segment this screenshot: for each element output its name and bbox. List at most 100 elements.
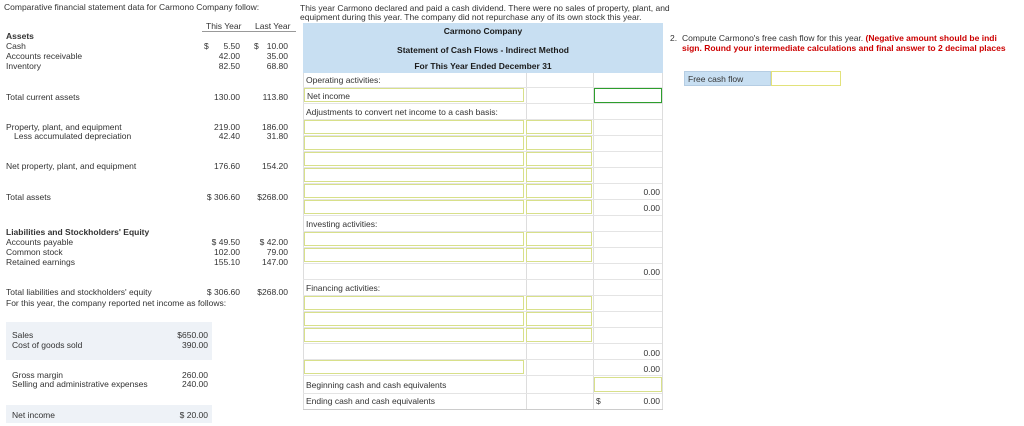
adjustments-label: Adjustments to convert net income to a c…	[306, 107, 498, 117]
row-sep	[303, 343, 662, 344]
fcf-label-cell: Free cash flow	[684, 71, 771, 86]
adjustment-label-input[interactable]	[304, 152, 524, 166]
financing-amount-input[interactable]	[526, 328, 592, 342]
adjustment-amount-input[interactable]	[526, 136, 592, 150]
adjustment-amount-input[interactable]	[526, 120, 592, 134]
col-this-year: This Year	[206, 21, 242, 31]
adjustment-amount-input[interactable]	[526, 152, 592, 166]
tca-last-year: 113.80	[262, 92, 288, 102]
financing-net-cash: 0.00	[643, 348, 660, 358]
left-intro: Comparative financial statement data for…	[4, 2, 260, 12]
ar-label: Accounts receivable	[6, 51, 83, 61]
inventory-last-year: 68.80	[266, 61, 288, 71]
adjustment-amount-input[interactable]	[526, 184, 592, 198]
inventory-label: Inventory	[6, 61, 41, 71]
income-intro: For this year, the company reported net …	[6, 298, 227, 308]
middle-intro-2: equipment during this year. The company …	[300, 12, 642, 22]
sga-value: 240.00	[182, 379, 208, 389]
beginning-cash-input[interactable]	[594, 377, 662, 392]
question-line-1: Compute Carmono's free cash flow for thi…	[682, 33, 1022, 43]
company-name: Carmono Company	[443, 26, 523, 36]
investing-label-input[interactable]	[304, 232, 524, 246]
total-assets-last-year: $268.00	[257, 192, 288, 202]
operating-label: Operating activities:	[306, 75, 381, 85]
header-rule	[202, 31, 296, 32]
adjustment-label-input[interactable]	[304, 120, 524, 134]
net-income-row[interactable]: Net income	[304, 88, 524, 102]
net-income-row-label: Net income	[307, 91, 350, 101]
ar-this-year: 42.00	[218, 51, 240, 61]
row-sep	[303, 103, 662, 104]
col-last-year: Last Year	[255, 21, 291, 31]
net-change-label-input[interactable]	[304, 360, 524, 374]
net-change-total: 0.00	[643, 364, 660, 374]
adjustment-amount-input[interactable]	[526, 168, 592, 182]
operating-net-cash: 0.00	[643, 203, 660, 213]
fcf-label: Free cash flow	[688, 74, 744, 84]
investing-label-input[interactable]	[304, 248, 524, 262]
ending-cash-symbol: $	[596, 396, 601, 406]
financing-label-input[interactable]	[304, 328, 524, 342]
sga-label: Selling and administrative expenses	[12, 379, 148, 389]
tca-this-year: 130.00	[214, 92, 240, 102]
retained-earnings-last-year: 147.00	[262, 257, 288, 267]
common-stock-last-year: 79.00	[266, 247, 288, 257]
adjustment-label-input[interactable]	[304, 168, 524, 182]
cogs-value: 390.00	[182, 340, 208, 350]
adjustment-label-input[interactable]	[304, 184, 524, 198]
assets-header: Assets	[6, 31, 34, 41]
liab-header: Liabilities and Stockholders' Equity	[6, 227, 150, 237]
cash-this-year: 5.50	[223, 41, 240, 51]
retained-earnings-this-year: 155.10	[214, 257, 240, 267]
net-ppe-last-year: 154.20	[262, 161, 288, 171]
question-text: Compute Carmono's free cash flow for thi…	[682, 33, 864, 43]
cash-ty-symbol: $	[204, 41, 209, 51]
cash-label: Cash	[6, 41, 26, 51]
question-number: 2.	[670, 33, 678, 43]
fcf-input[interactable]	[771, 71, 841, 86]
financing-amount-input[interactable]	[526, 312, 592, 326]
net-income-value: $ 20.00	[179, 410, 208, 420]
statement-header: Carmono Company Statement of Cash Flows …	[303, 23, 663, 73]
ending-cash-label: Ending cash and cash equivalents	[306, 396, 436, 406]
inventory-this-year: 82.50	[218, 61, 240, 71]
accum-dep-last-year: 31.80	[266, 131, 288, 141]
adjustment-label-input[interactable]	[304, 200, 524, 214]
financing-amount-input[interactable]	[526, 296, 592, 310]
ar-last-year: 35.00	[266, 51, 288, 61]
row-sep	[303, 279, 662, 280]
row-sep	[303, 215, 662, 216]
question-note-1: (Negative amount should be indi	[865, 33, 997, 43]
sales-value: $650.00	[177, 330, 208, 340]
adjustment-label-input[interactable]	[304, 136, 524, 150]
beginning-cash-label: Beginning cash and cash equivalents	[306, 380, 447, 390]
net-income-total-input[interactable]	[594, 88, 662, 103]
ap-label: Accounts payable	[6, 237, 74, 247]
total-liab-this-year: $ 306.60	[206, 287, 240, 297]
net-ppe-label: Net property, plant, and equipment	[6, 161, 137, 171]
ap-this-year: $ 49.50	[211, 237, 240, 247]
net-income-label: Net income	[12, 410, 55, 420]
investing-net-cash: 0.00	[643, 267, 660, 277]
common-stock-label: Common stock	[6, 247, 63, 257]
adjustment-amount-input[interactable]	[526, 200, 592, 214]
row-sep	[303, 393, 662, 394]
ending-cash-value: 0.00	[643, 396, 660, 406]
tca-label: Total current assets	[6, 92, 80, 102]
statement-period: For This Year Ended December 31	[414, 61, 552, 71]
row-sep	[303, 375, 662, 376]
investing-amount-input[interactable]	[526, 248, 592, 262]
sales-label: Sales	[12, 330, 34, 340]
financing-label-input[interactable]	[304, 296, 524, 310]
accum-dep-this-year: 42.40	[218, 131, 240, 141]
net-ppe-this-year: 176.60	[214, 161, 240, 171]
investing-amount-input[interactable]	[526, 232, 592, 246]
investing-label: Investing activities:	[306, 219, 378, 229]
common-stock-this-year: 102.00	[214, 247, 240, 257]
operating-subtotal: 0.00	[643, 187, 660, 197]
cash-last-year: 10.00	[266, 41, 288, 51]
total-assets-label: Total assets	[6, 192, 51, 202]
financing-label-input[interactable]	[304, 312, 524, 326]
retained-earnings-label: Retained earnings	[6, 257, 75, 267]
total-liab-label: Total liabilities and stockholders' equi…	[6, 287, 152, 297]
